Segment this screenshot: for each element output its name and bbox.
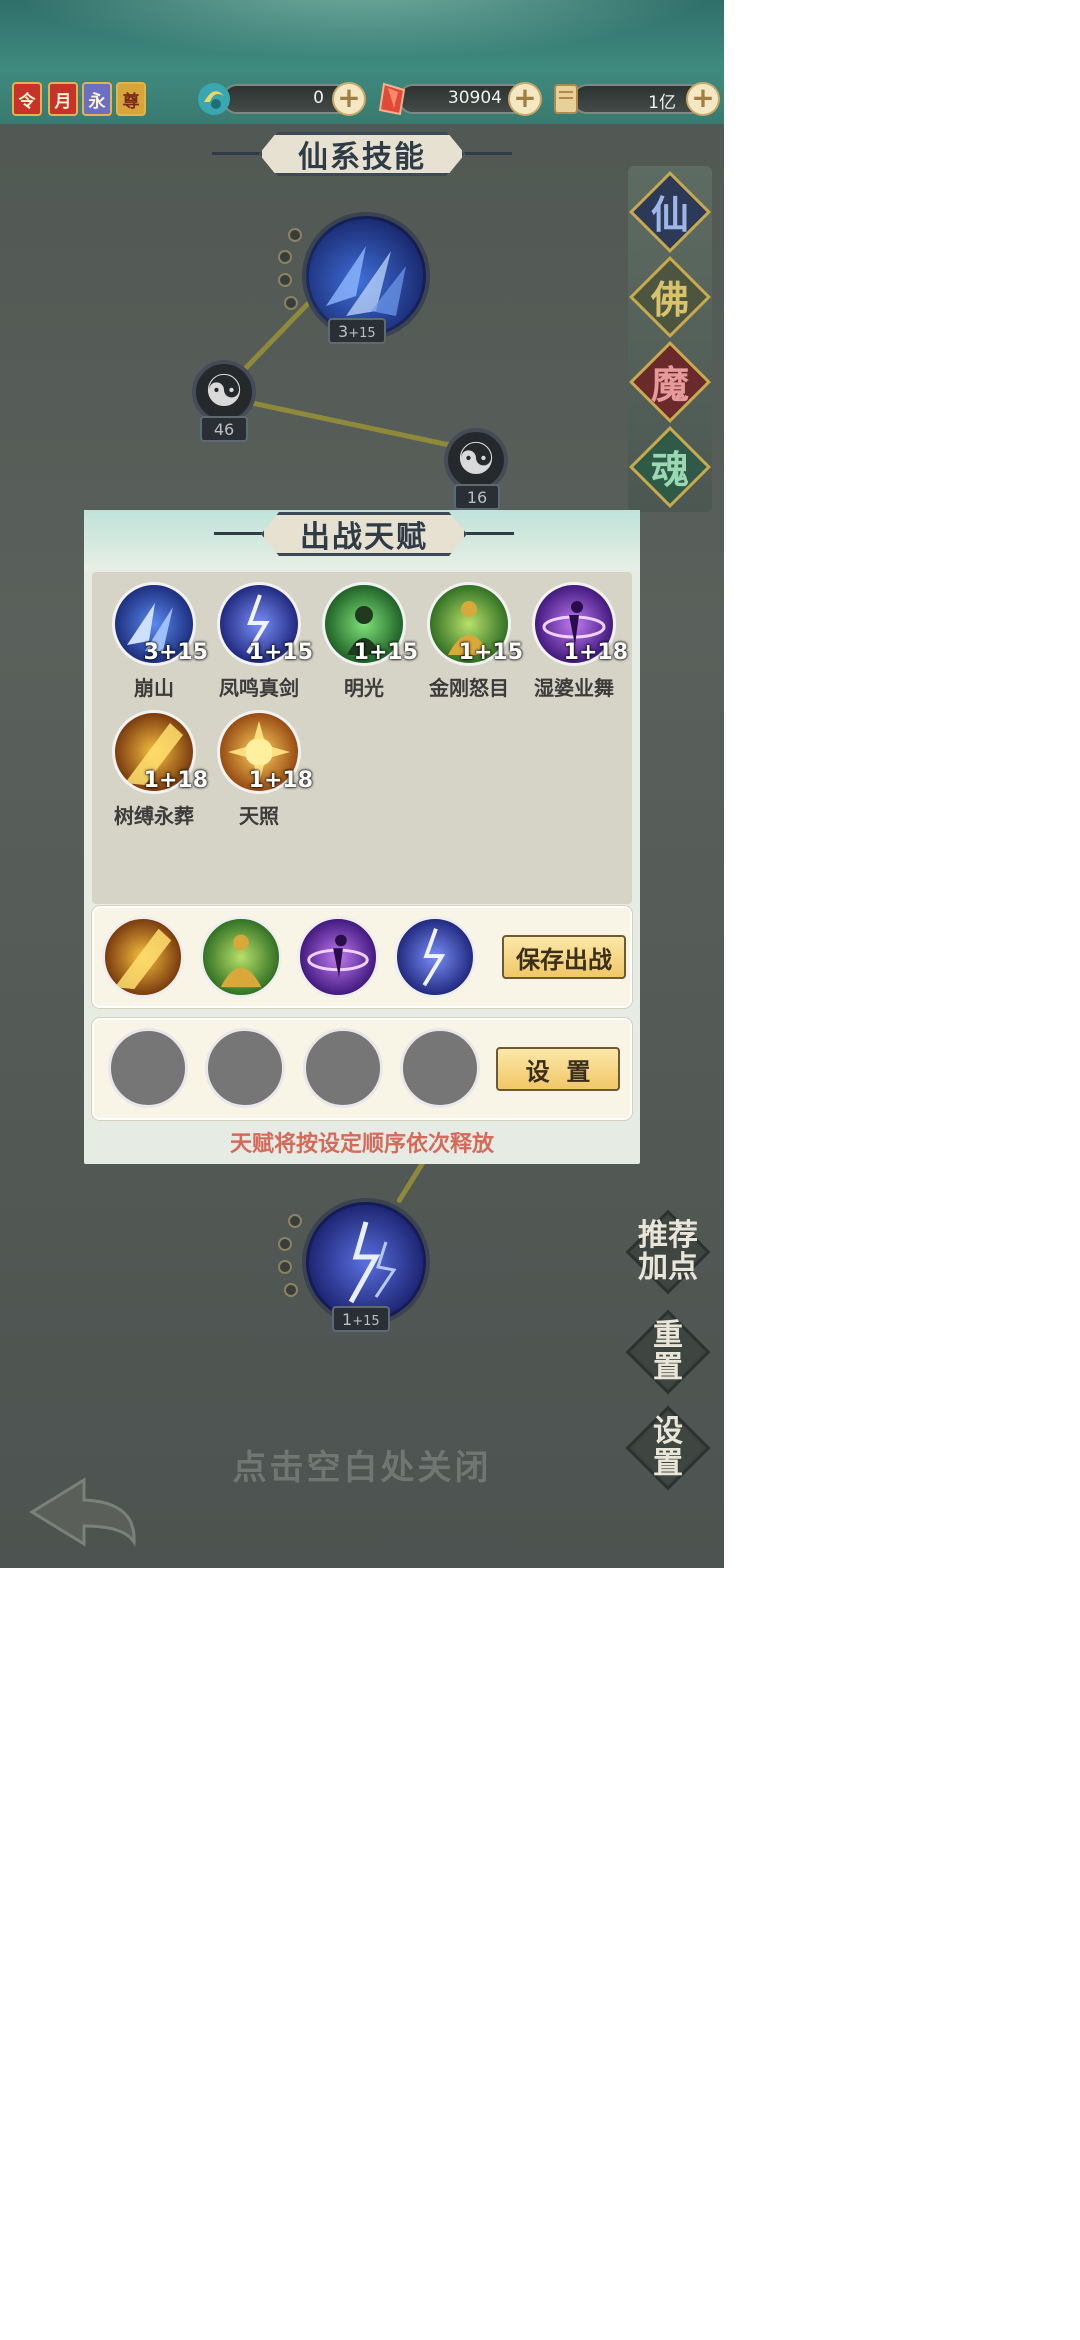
release-order-hint: 天赋将按设定顺序依次释放 — [229, 1132, 494, 1157]
badge-yong[interactable]: 永 — [82, 82, 112, 116]
jade-currency-value: 0 — [313, 88, 324, 108]
tab-xian[interactable]: 仙 — [628, 184, 712, 239]
tab-mo[interactable]: 魔 — [628, 354, 712, 409]
skill-level: 1+15 — [458, 640, 523, 665]
skill-name: 天照 — [239, 804, 279, 828]
empty-slot-2[interactable] — [205, 1028, 285, 1108]
skill-level: 1+18 — [143, 768, 208, 793]
add-ruby-button[interactable]: + — [508, 82, 542, 116]
ruby-crystal-icon — [378, 82, 406, 116]
skill-name: 树缚永葬 — [114, 804, 194, 828]
tree-title-banner: 仙系技能 — [212, 132, 512, 176]
reset-button[interactable]: 重 置 — [623, 1320, 713, 1384]
skill-level: 1+18 — [563, 640, 628, 665]
modal-title: 出战天赋 — [261, 512, 467, 556]
skill-name: 湿婆业舞 — [534, 676, 614, 700]
jade-swirl-icon — [198, 83, 230, 115]
empty-slot-1[interactable] — [108, 1028, 188, 1108]
save-battle-button[interactable]: 保存出战 — [502, 935, 626, 979]
badge-yue[interactable]: 月 — [48, 82, 78, 116]
skill-name: 金刚怒目 — [429, 676, 509, 700]
equipped-slot-3[interactable] — [297, 916, 379, 998]
tree-link — [239, 398, 476, 453]
skill-level: 1+18 — [248, 768, 313, 793]
skill-name: 明光 — [344, 676, 384, 700]
skill-name: 崩山 — [134, 676, 174, 700]
battle-talent-modal: 出战天赋 3+15 崩山 1+15 凤鸣真剑 1+15 明光 1+15 金刚怒目… — [84, 510, 640, 1164]
empty-slot-3[interactable] — [303, 1028, 383, 1108]
badge-ling[interactable]: 令 — [12, 82, 42, 116]
yin-yang-node-level: 16 — [454, 484, 500, 510]
scroll-icon — [554, 84, 578, 114]
skill-level: 3+15 — [143, 640, 208, 665]
recommend-points-button[interactable]: 推荐 加点 — [623, 1220, 713, 1284]
ruby-currency-value: 30904 — [447, 88, 502, 108]
empty-slot-4[interactable] — [400, 1028, 480, 1108]
node-pip — [288, 228, 302, 242]
equipped-slot-2[interactable] — [200, 916, 282, 998]
skill-level: 1+15 — [353, 640, 418, 665]
node-pip — [288, 1214, 302, 1228]
skill-node-level: 1+15 — [332, 1306, 390, 1332]
add-scroll-button[interactable]: + — [686, 82, 720, 116]
node-pip — [284, 296, 298, 310]
golden-guardian-icon — [220, 934, 262, 988]
tree-title: 仙系技能 — [259, 132, 465, 176]
tab-fo[interactable]: 佛 — [628, 269, 712, 324]
yin-yang-node-1[interactable]: ☯ — [192, 360, 256, 424]
scroll-currency-value: 1亿 — [648, 93, 676, 113]
game-screen: 令 月 永 尊 0 + 30904 + 1亿 + 仙系技能 3+15 ☯ 46 … — [0, 0, 724, 1568]
equipped-slot-1[interactable] — [102, 916, 184, 998]
modal-title-banner: 出战天赋 — [214, 512, 514, 556]
badge-zun[interactable]: 尊 — [116, 82, 146, 116]
yin-yang-icon: ☯ — [456, 434, 496, 485]
tab-hun[interactable]: 魂 — [628, 439, 712, 494]
skill-name: 凤鸣真剑 — [219, 676, 299, 700]
yin-yang-node-2[interactable]: ☯ — [444, 428, 508, 492]
node-pip — [278, 1260, 292, 1274]
yin-yang-icon: ☯ — [204, 366, 244, 417]
setup-button[interactable]: 设 置 — [496, 1047, 620, 1091]
flame-trunk-icon — [114, 928, 172, 990]
node-pip — [278, 250, 292, 264]
node-pip — [278, 273, 292, 287]
lightning-icon — [348, 1221, 397, 1304]
purple-dancer-icon — [307, 934, 369, 978]
skill-level: 1+15 — [248, 640, 313, 665]
yin-yang-node-level: 46 — [200, 416, 248, 442]
node-pip — [284, 1283, 298, 1297]
skill-node-level: 3+15 — [328, 318, 386, 344]
add-jade-button[interactable]: + — [332, 82, 366, 116]
back-arrow-icon[interactable] — [24, 1472, 154, 1552]
lightning-icon — [422, 928, 446, 987]
node-pip — [278, 1237, 292, 1251]
equipped-slot-4[interactable] — [394, 916, 476, 998]
